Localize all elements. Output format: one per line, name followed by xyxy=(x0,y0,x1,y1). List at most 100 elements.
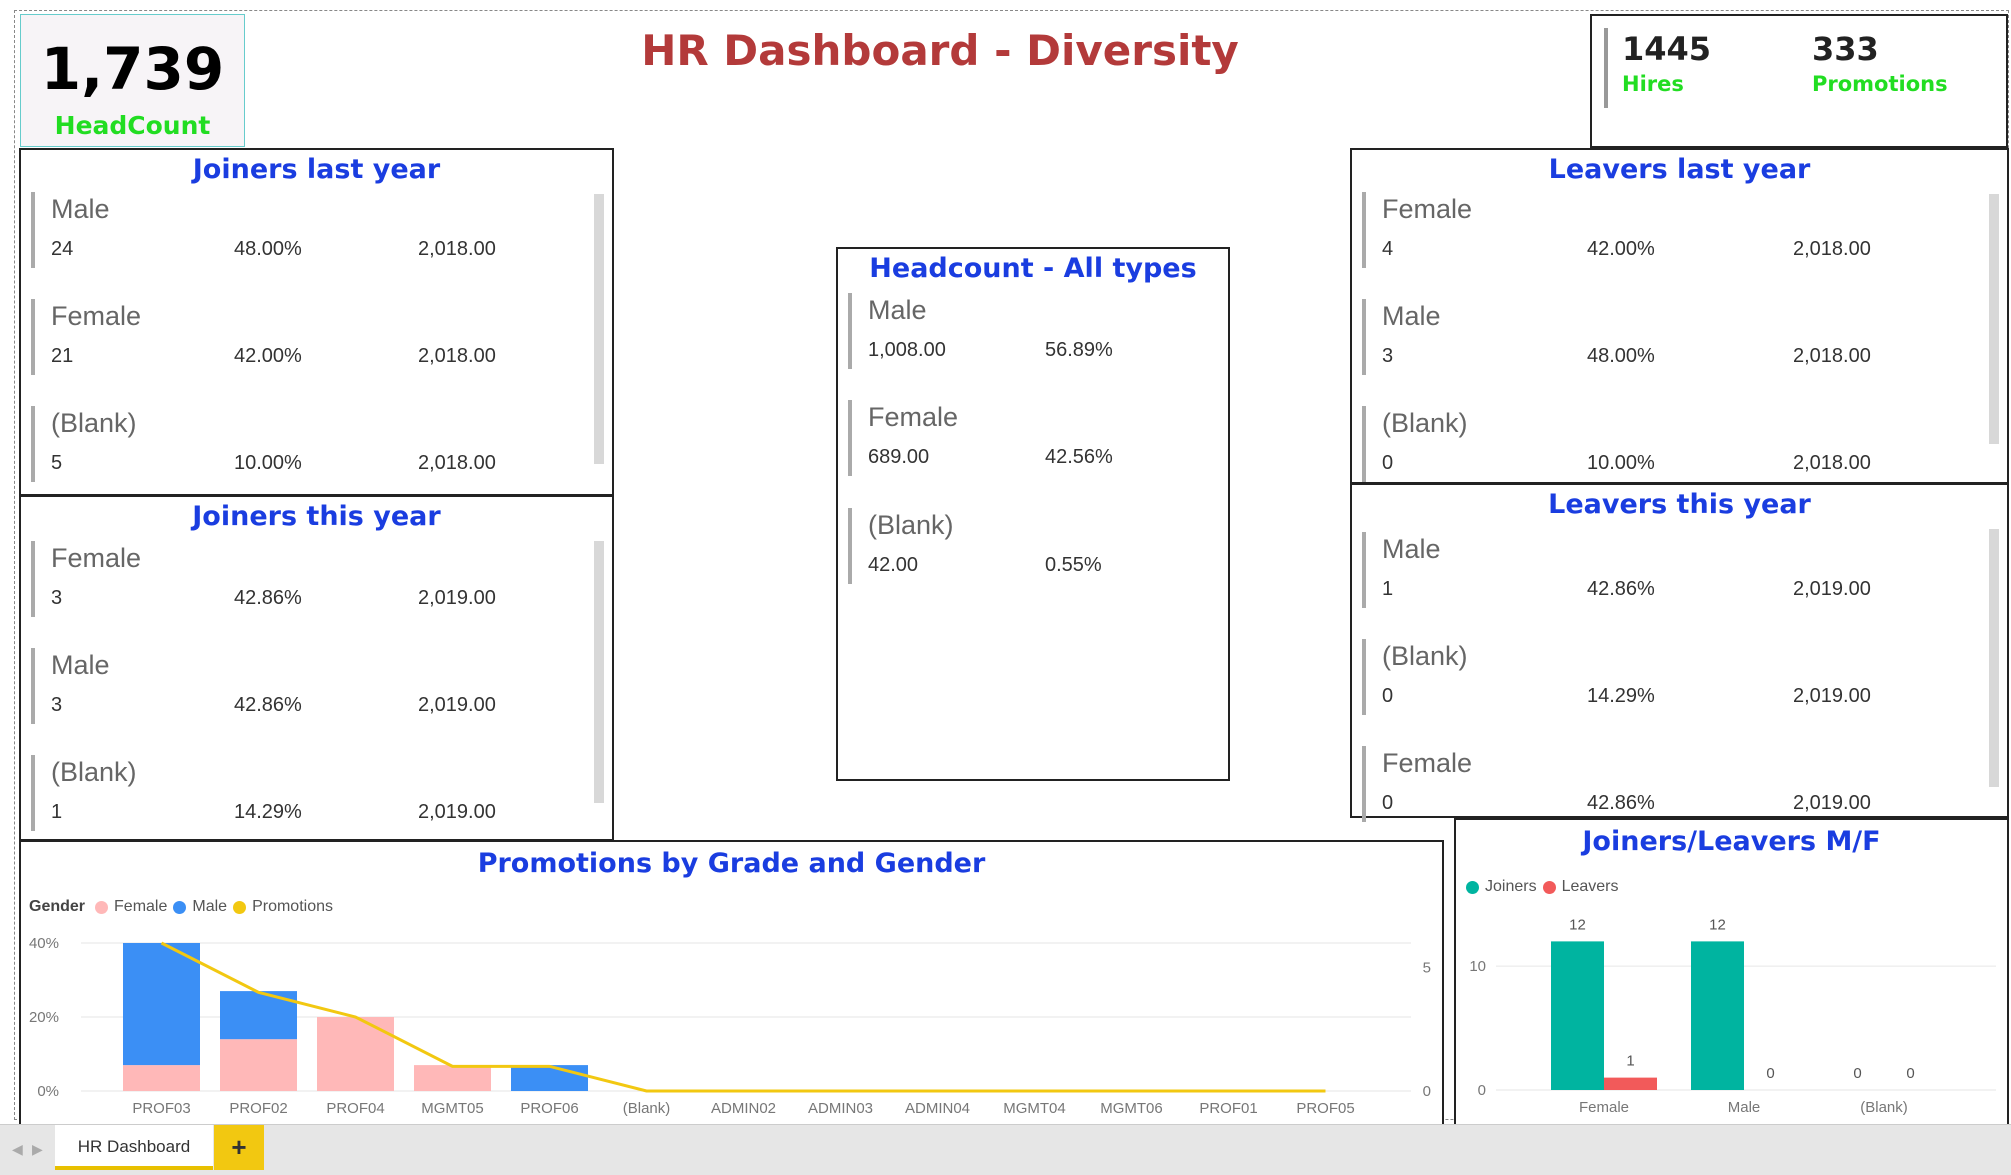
row-pct: 0.55% xyxy=(1045,554,1102,576)
bar-female xyxy=(123,1065,200,1091)
row-bar xyxy=(1362,639,1366,715)
row-year: 2,019.00 xyxy=(1793,792,1871,814)
joiners-last-year-panel[interactable]: Joiners last year Male 24 48.00% 2,018.0… xyxy=(19,148,614,496)
x-tick-label: MGMT06 xyxy=(1100,1100,1163,1117)
y-tick-label: 40% xyxy=(29,935,59,952)
row-pct: 14.29% xyxy=(234,801,302,823)
row-bar xyxy=(31,406,35,482)
row-category: (Blank) xyxy=(51,757,137,787)
leavers-last-year-panel[interactable]: Leavers last year Female 4 42.00% 2,018.… xyxy=(1350,148,2009,484)
x-tick-label: Female xyxy=(1579,1099,1629,1116)
row-category: Female xyxy=(1382,194,1473,224)
joiners-this-year-panel[interactable]: Joiners this year Female 3 42.86% 2,019.… xyxy=(19,495,614,841)
tab-prev-icon[interactable]: ◀ xyxy=(12,1141,23,1158)
data-label: 0 xyxy=(1766,1065,1774,1082)
row-count: 3 xyxy=(51,694,63,716)
promotions-chart[interactable]: 0% 20% 40% 0 5 PROF03 PROF02 PROF04 MGMT05 PROF06… xyxy=(21,842,1442,1132)
row-count: 24 xyxy=(51,238,74,260)
row-year: 2,018.00 xyxy=(418,452,496,474)
x-tick-label: ADMIN04 xyxy=(905,1100,970,1117)
scrollbar[interactable] xyxy=(1989,529,1999,787)
row-pct: 10.00% xyxy=(234,452,302,474)
bar-joiners xyxy=(1691,941,1744,1090)
row-bar xyxy=(31,299,35,375)
row-count: 42.00 xyxy=(868,554,919,576)
joiners-leavers-chart[interactable]: 0 10 12 1 Female 12 0 Male 0 0 (Blank) xyxy=(1456,820,2007,1132)
row-category: (Blank) xyxy=(1382,641,1468,671)
row-pct: 42.86% xyxy=(234,694,302,716)
scrollbar[interactable] xyxy=(1989,194,1999,444)
hires-kpi: 1445 Hires xyxy=(1622,30,1711,96)
row-category: Male xyxy=(1382,534,1441,564)
row-bar xyxy=(1362,406,1366,482)
x-tick-label: ADMIN02 xyxy=(711,1100,776,1117)
bar-male xyxy=(123,943,200,1066)
tab-next-icon[interactable]: ▶ xyxy=(32,1141,43,1158)
leavers-this-year-panel[interactable]: Leavers this year Male 1 42.86% 2,019.00… xyxy=(1350,483,2009,822)
row-category: Male xyxy=(51,194,110,224)
x-tick-label: PROF06 xyxy=(520,1100,578,1117)
row-year: 2,018.00 xyxy=(1793,452,1871,474)
x-tick-label: MGMT05 xyxy=(421,1100,484,1117)
x-tick-label: MGMT04 xyxy=(1003,1100,1066,1117)
data-label: 1 xyxy=(1626,1053,1634,1070)
row-bar xyxy=(848,293,852,369)
promotions-chart-panel[interactable]: Promotions by Grade and Gender Gender Fe… xyxy=(19,840,1444,1130)
row-count: 5 xyxy=(51,452,63,474)
bar-female xyxy=(220,1039,297,1091)
row-pct: 14.29% xyxy=(1587,685,1655,707)
x-tick-label: PROF05 xyxy=(1296,1100,1354,1117)
panel-title: Headcount - All types xyxy=(869,253,1197,284)
row-bar xyxy=(31,192,35,268)
row-year: 2,019.00 xyxy=(1793,685,1871,707)
row-bar xyxy=(31,541,35,617)
row-count: 21 xyxy=(51,345,74,367)
row-bar xyxy=(1362,532,1366,608)
row-count: 1,008.00 xyxy=(868,339,946,361)
row-pct: 42.86% xyxy=(234,587,302,609)
tab-hr-dashboard[interactable]: HR Dashboard xyxy=(55,1125,213,1170)
hires-promotions-card[interactable]: 1445 Hires 333 Promotions xyxy=(1590,14,2008,148)
row-category: Male xyxy=(51,650,110,680)
panel-title: Joiners last year xyxy=(192,154,441,185)
row-year: 2,018.00 xyxy=(418,345,496,367)
row-category: (Blank) xyxy=(1382,408,1468,438)
headcount-card[interactable]: 1,739 HeadCount xyxy=(20,14,245,147)
row-pct: 42.00% xyxy=(1587,238,1655,260)
row-category: Female xyxy=(868,402,959,432)
y-tick-label: 0 xyxy=(1478,1082,1486,1099)
row-bar xyxy=(848,508,852,584)
row-count: 0 xyxy=(1382,685,1394,707)
row-bar xyxy=(31,648,35,724)
row-bar xyxy=(1362,299,1366,375)
add-page-button[interactable]: + xyxy=(214,1125,264,1170)
card-accent-bar xyxy=(1604,28,1608,108)
scrollbar[interactable] xyxy=(594,194,604,464)
data-label: 12 xyxy=(1709,916,1726,933)
row-category: Male xyxy=(1382,301,1441,331)
row-pct: 56.89% xyxy=(1045,339,1113,361)
row-count: 4 xyxy=(1382,238,1394,260)
row-category: Female xyxy=(51,301,142,331)
row-bar xyxy=(848,400,852,476)
row-count: 1 xyxy=(1382,578,1394,600)
hires-value: 1445 xyxy=(1622,30,1712,68)
headcount-all-types-panel[interactable]: Headcount - All types Male 1,008.00 56.8… xyxy=(836,247,1230,781)
row-count: 689.00 xyxy=(868,446,930,468)
data-label: 0 xyxy=(1906,1065,1914,1082)
x-tick-label: PROF02 xyxy=(229,1100,287,1117)
bar-female xyxy=(317,1017,394,1091)
bar-male xyxy=(511,1065,588,1091)
row-bar xyxy=(1362,192,1366,268)
row-bar xyxy=(1362,746,1366,822)
row-count: 1 xyxy=(51,801,63,823)
row-bar xyxy=(31,755,35,831)
row-category: Female xyxy=(1382,748,1473,778)
page-tab-bar: ◀ ▶ HR Dashboard + xyxy=(0,1124,2011,1175)
joiners-leavers-chart-panel[interactable]: Joiners/Leavers M/F Joiners Leavers 0 10 1… xyxy=(1454,818,2009,1130)
data-label: 0 xyxy=(1853,1065,1861,1082)
row-pct: 10.00% xyxy=(1587,452,1655,474)
panel-title: Joiners this year xyxy=(192,501,441,532)
row-pct: 42.00% xyxy=(234,345,302,367)
scrollbar[interactable] xyxy=(594,541,604,803)
